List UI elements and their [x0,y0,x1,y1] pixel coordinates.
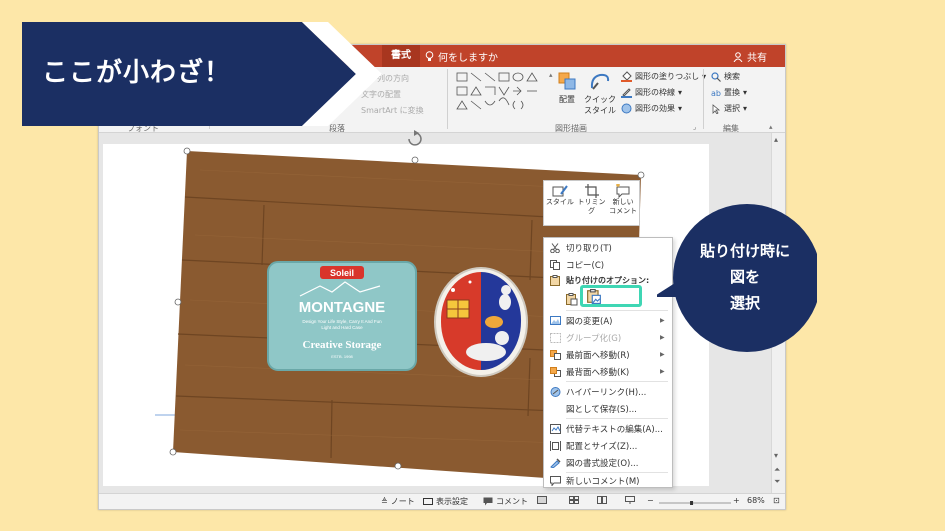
menu-item-hyperlink-label: ハイパーリンク(H)... [566,387,647,398]
mini-toolbar: スタイル トリミング 新しい コメント [543,180,640,226]
menu-item-size-position-label: 配置とサイズ(Z)... [566,441,638,452]
copy-icon [550,259,560,270]
format-picture-icon [549,457,561,468]
menu-item-alt-text-label: 代替テキストの編集(A)... [566,424,663,435]
menu-item-alt-text[interactable]: 代替テキストの編集(A)... [544,420,672,437]
menu-item-size-position[interactable]: 配置とサイズ(Z)... [544,437,672,454]
menu-item-bring-front[interactable]: 最前面へ移動(R) ▶ [544,346,672,363]
menu-separator [566,418,668,419]
montagne-tin: Soleil MONTAGNE Design Your Life Style, … [267,261,417,371]
bring-front-icon [549,349,561,360]
link-icon [550,386,560,397]
send-back-icon [549,366,561,377]
menu-item-change-picture[interactable]: 図の変更(A) ▶ [544,312,672,329]
banner-title: ここが小わざ！ [42,58,232,88]
menu-item-cut[interactable]: 切り取り(T) [544,239,672,256]
menu-item-new-comment-label: 新しいコメント(M) [566,476,640,487]
tin-est: ESTB. 1998 [331,354,353,359]
menu-item-save-as-picture[interactable]: 図として保存(S)... [544,400,672,417]
new-comment-mini-button[interactable]: 新しい コメント [607,181,639,225]
cat-plate [434,267,528,377]
clipboard-icon [550,275,560,286]
menu-item-format-picture[interactable]: 図の書式設定(O)... [544,454,672,471]
crop-icon [584,184,599,198]
tin-product: Creative Storage [303,339,382,351]
callout-line-3: 選択 [729,294,760,312]
new-comment-icon [616,184,630,198]
menu-item-format-picture-label: 図の書式設定(O)... [566,458,639,469]
submenu-arrow-icon: ▶ [660,368,665,375]
new-comment-mini-label: 新しい コメント [609,198,638,215]
menu-item-send-back-label: 最背面へ移動(K) [566,367,630,378]
menu-item-hyperlink[interactable]: ハイパーリンク(H)... [544,383,672,400]
paste-as-picture-icon[interactable] [587,289,601,304]
menu-item-copy[interactable]: コピー(C) [544,256,672,273]
tin-brand: Soleil [330,268,354,278]
callout-text: 貼り付け時に 図を 選択 [680,238,810,316]
context-menu: 切り取り(T) コピー(C) 貼り付けのオプション: 図の変更(A) ▶ グルー… [543,237,673,488]
trim-button[interactable]: トリミング [576,181,608,225]
menu-item-save-as-picture-label: 図として保存(S)... [566,404,637,415]
rotate-handle-icon[interactable] [408,130,422,146]
change-picture-icon [549,315,561,325]
comment-icon [549,475,561,486]
scissors-icon [550,242,560,253]
menu-item-bring-front-label: 最前面へ移動(R) [566,350,630,361]
trim-label: トリミング [577,198,606,215]
group-icon [549,332,561,343]
tin-tagline-1: Design Your Life Style, Carry It And Fun [302,319,382,324]
menu-separator [566,310,668,311]
style-label: スタイル [545,198,574,206]
alt-text-icon [549,423,561,434]
paste-keep-format-icon[interactable] [566,292,578,306]
menu-item-group-label: グループ化(G) [566,333,622,344]
menu-item-new-comment[interactable]: 新しいコメント(M) [544,472,672,489]
callout-line-1: 貼り付け時に [699,242,790,260]
paste-as-picture-highlight [580,285,642,307]
menu-item-change-picture-label: 図の変更(A) [566,316,613,327]
tin-title: MONTAGNE [299,299,385,316]
size-position-icon [549,440,561,451]
menu-item-group[interactable]: グループ化(G) ▶ [544,329,672,346]
menu-separator [566,381,668,382]
paintbrush-icon [552,185,568,197]
callout-line-2: 図を [729,268,760,286]
menu-item-send-back[interactable]: 最背面へ移動(K) ▶ [544,363,672,380]
style-button[interactable]: スタイル [544,181,576,225]
tin-tagline-2: Light and Hard Case [321,325,363,330]
